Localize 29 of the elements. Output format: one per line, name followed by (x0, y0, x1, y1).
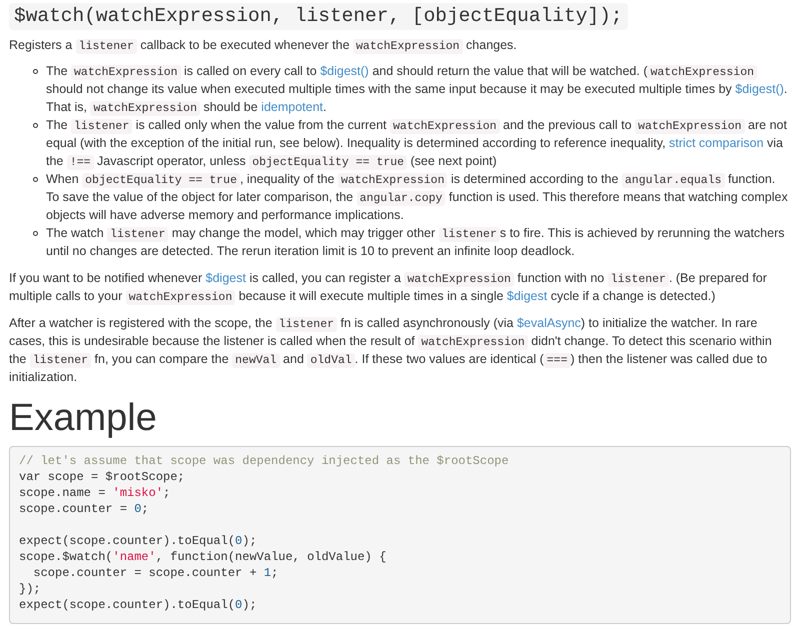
list-item-text: The watch listener may change the model, which may trigger other listener s to fire. This is achieved by rerunning the watchers until no changes are detected. The rerun iteration limit is 10 to prevent an infinite loop deadlock. (46, 225, 786, 260)
code-line: scope.$watch('name', function(newValue, oldValue) { (19, 549, 388, 565)
code-line: scope.counter = scope.counter + 1; (32, 565, 280, 581)
doc-link[interactable]: $digest (206, 271, 246, 285)
code-line: var scope = $rootScope; (19, 469, 186, 485)
code-line: expect(scope.counter).toEqual(0); (19, 597, 258, 613)
doc-link[interactable]: idempotent (261, 100, 324, 114)
section-heading: Example (9, 398, 158, 438)
doc-link[interactable]: $digest() (735, 82, 784, 96)
list-item-text: The listener is called only when the value from the current watchExpression and the previous call to watchExpression are not equal (with the exception of the initial run, see below). Inequality is determined according to reference inequality, strict comparison via the !== Javascript operator, unless objectEquality == true (see next point) (46, 117, 788, 170)
bullet-icon (33, 69, 38, 74)
code-line: // let's assume that scope was dependency injected as the $rootScope (19, 453, 510, 469)
body-paragraph: After a watcher is registered with the scope, the listener fn is called asynchronously (via $evalAsync) to initialize the watcher. In rare cases, this is undesirable because the listener is called when the result of watchExpression didn't change. To detect this scenario within the listener fn, you can compare the newVal and oldVal . If these two values are identical ( === ) then the listener was called due to initialization. (9, 315, 773, 386)
doc-link[interactable]: strict comparison (669, 136, 764, 150)
bullet-icon (33, 177, 38, 182)
doc-link[interactable]: $evalAsync (516, 316, 581, 330)
doc-link[interactable]: $digest (506, 289, 548, 303)
body-paragraph: If you want to be notified whenever $digest is called, you can register a watchExpression function with no listener . (Be prepared for multiple calls to your watchExpression because it will execute multiple times in a single $digest cycle if a change is detected.) (9, 270, 768, 305)
method-signature: $watch(watchExpression, listener, [objectEquality]); (9, 3, 628, 30)
bullet-icon (33, 123, 38, 128)
list-item-text: The watchExpression is called on every call to $digest() and should return the value that will be watched. ( watchExpression should not change its value when executed multiple times with the same input because it may be executed multiple times by $digest(). That is, watchExpression should be idempotent. (46, 63, 788, 116)
bullet-icon (33, 231, 38, 236)
doc-link[interactable]: $digest() (320, 64, 369, 78)
code-line: scope.counter = 0; (19, 501, 150, 517)
intro-paragraph: Registers a listener callback to be executed whenever the watchExpression changes. (9, 37, 518, 54)
code-line: scope.name = 'misko'; (19, 485, 172, 501)
code-line: }); (19, 581, 42, 597)
list-item-text: When objectEquality == true , inequality of the watchExpression is determined according to the angular.equals function. To save the value of the object for later comparison, the angular.copy function is used. This therefore means that watching complex objects will have adverse memory and performance implications. (46, 171, 789, 224)
code-line: expect(scope.counter).toEqual(0); (19, 533, 258, 549)
